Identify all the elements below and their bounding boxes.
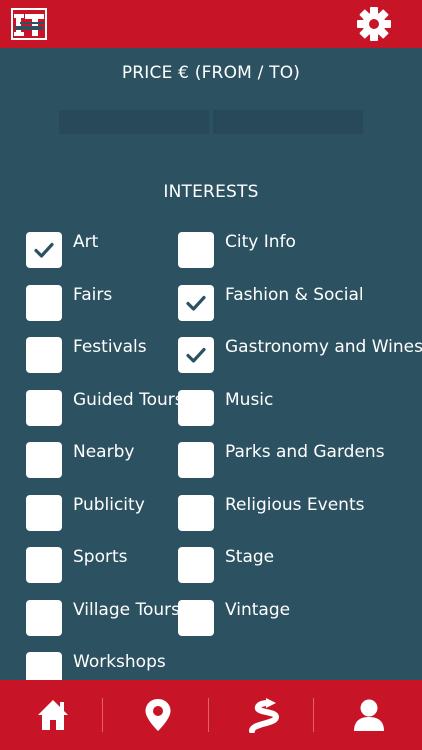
- interest-checkbox-item[interactable]: Village Tours: [26, 600, 180, 636]
- interest-label: Music: [225, 390, 274, 410]
- price-to-input[interactable]: [213, 110, 363, 134]
- checkbox[interactable]: [26, 285, 62, 321]
- checkbox[interactable]: [26, 337, 62, 373]
- checkmark-icon: [186, 347, 206, 363]
- nav-profile-button[interactable]: [316, 680, 421, 750]
- interest-checkbox-item[interactable]: Nearby: [26, 442, 171, 478]
- nav-home-button[interactable]: [0, 680, 105, 750]
- home-icon: [38, 700, 68, 730]
- nav-separator: [102, 698, 103, 732]
- nav-routes-button[interactable]: [211, 680, 316, 750]
- interest-label: Sports: [73, 547, 128, 567]
- nav-map-button[interactable]: [105, 680, 210, 750]
- interest-checkbox-item[interactable]: Sports: [26, 547, 171, 583]
- price-title: PRICE € (FROM / TO): [121, 63, 301, 83]
- interest-checkbox-item[interactable]: Music: [178, 390, 408, 426]
- interest-checkbox-item[interactable]: Gastronomy and Wines: [178, 337, 422, 373]
- interest-label: Fashion & Social: [225, 285, 364, 305]
- checkbox[interactable]: [26, 495, 62, 531]
- interest-label: Publicity: [73, 495, 145, 515]
- interest-label: Vintage: [225, 600, 291, 620]
- nav-separator: [208, 698, 209, 732]
- interest-label: Religious Events: [225, 495, 365, 515]
- interest-label: Fairs: [73, 285, 113, 305]
- interests-title: INTERESTS: [163, 182, 259, 202]
- it-logo-icon[interactable]: [11, 8, 47, 40]
- interest-label: Nearby: [73, 442, 135, 462]
- interest-label: City Info: [225, 232, 296, 252]
- interest-checkbox-item[interactable]: Parks and Gardens: [178, 442, 408, 478]
- checkbox[interactable]: [178, 337, 214, 373]
- checkbox[interactable]: [178, 495, 214, 531]
- top-bar: [0, 0, 422, 48]
- interest-checkbox-item[interactable]: Fairs: [26, 285, 171, 321]
- checkbox[interactable]: [178, 232, 214, 268]
- checkbox[interactable]: [26, 390, 62, 426]
- interest-label: Guided Tours: [73, 390, 184, 410]
- interest-label: Workshops: [73, 652, 166, 672]
- interest-label: Stage: [225, 547, 275, 567]
- interest-checkbox-item[interactable]: Fashion & Social: [178, 285, 408, 321]
- gear-icon[interactable]: [356, 6, 392, 42]
- user-icon: [354, 699, 384, 731]
- checkbox[interactable]: [26, 600, 62, 636]
- checkbox[interactable]: [178, 390, 214, 426]
- interest-checkbox-item[interactable]: Stage: [178, 547, 408, 583]
- interest-checkbox-item[interactable]: Publicity: [26, 495, 171, 531]
- interest-label: Festivals: [73, 337, 147, 357]
- checkbox[interactable]: [178, 285, 214, 321]
- interest-label: Gastronomy and Wines: [225, 337, 422, 357]
- interest-checkbox-item[interactable]: Festivals: [26, 337, 171, 373]
- interest-checkbox-item[interactable]: Art: [26, 232, 171, 268]
- interest-label: Village Tours: [73, 600, 181, 620]
- route-icon: [249, 698, 280, 733]
- location-pin-icon: [145, 699, 171, 731]
- interest-checkbox-item[interactable]: Religious Events: [178, 495, 408, 531]
- checkmark-icon: [34, 242, 54, 258]
- interest-checkbox-item[interactable]: Vintage: [178, 600, 408, 636]
- checkbox[interactable]: [26, 442, 62, 478]
- checkbox[interactable]: [178, 600, 214, 636]
- checkbox[interactable]: [26, 547, 62, 583]
- interest-label: Parks and Gardens: [225, 442, 385, 462]
- interest-label: Art: [73, 232, 99, 252]
- interest-checkbox-item[interactable]: Guided Tours: [26, 390, 184, 426]
- checkbox[interactable]: [26, 232, 62, 268]
- bottom-nav-bar: [0, 680, 422, 750]
- checkmark-icon: [186, 295, 206, 311]
- price-from-input[interactable]: [59, 110, 209, 134]
- checkbox[interactable]: [178, 547, 214, 583]
- interest-checkbox-item[interactable]: City Info: [178, 232, 408, 268]
- nav-separator: [313, 698, 314, 732]
- checkbox[interactable]: [178, 442, 214, 478]
